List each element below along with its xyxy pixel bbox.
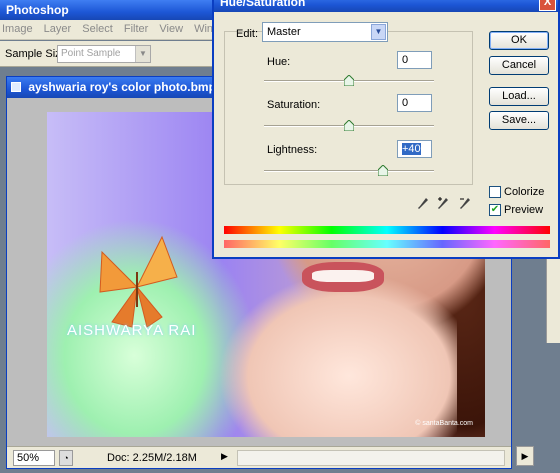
hue-label: Hue:: [267, 56, 291, 68]
document-icon: [11, 82, 21, 92]
photo-watermark: AISHWARYA RAI: [67, 322, 197, 339]
status-options-button[interactable]: ◔: [59, 450, 73, 466]
lightness-input[interactable]: +40: [397, 140, 432, 158]
saturation-value: 0: [402, 97, 409, 109]
ok-button[interactable]: OK: [489, 31, 549, 50]
horizontal-scrollbar[interactable]: [237, 450, 505, 466]
eyedropper-plus-icon[interactable]: [437, 197, 449, 211]
input-color-spectrum: [224, 226, 550, 234]
hue-slider-thumb-icon[interactable]: [344, 75, 354, 86]
edit-label: Edit:: [236, 28, 259, 40]
menu-layer[interactable]: Layer: [44, 23, 72, 35]
photo-teeth: [312, 270, 374, 282]
menu-filter[interactable]: Filter: [124, 23, 148, 35]
save-button[interactable]: Save...: [489, 111, 549, 130]
hue-saturation-dialog: Hue/Saturation X Edit: Master ▼ Hue: 0 S…: [212, 0, 560, 259]
photo-copyright: © santaBanta.com: [415, 420, 473, 427]
document-title: ayshwaria roy's color photo.bmp @: [28, 80, 231, 94]
zoom-field[interactable]: 50%: [13, 450, 55, 466]
dialog-title: Hue/Saturation: [220, 0, 306, 9]
lightness-slider-track[interactable]: [264, 170, 434, 172]
colorize-label: Colorize: [504, 186, 545, 198]
side-panel-strip: [546, 258, 560, 343]
butterfly-graphic: [99, 235, 178, 328]
chevron-down-icon: ▼: [371, 24, 386, 40]
lightness-slider-thumb-icon[interactable]: [378, 165, 388, 176]
saturation-slider-thumb-icon[interactable]: [344, 120, 354, 131]
zoom-value: 50%: [17, 452, 40, 464]
document-status-bar: 50% ◔ Doc: 2.25M/2.18M ▶: [7, 446, 511, 468]
edit-select[interactable]: Master ▼: [262, 22, 388, 42]
lightness-label: Lightness:: [267, 144, 318, 156]
cancel-button[interactable]: Cancel: [489, 56, 549, 75]
saturation-label: Saturation:: [267, 99, 321, 111]
menu-view[interactable]: View: [159, 23, 183, 35]
load-button[interactable]: Load...: [489, 87, 549, 106]
hue-value: 0: [402, 54, 409, 66]
preview-checkbox[interactable]: ✔: [489, 204, 501, 216]
menu-select[interactable]: Select: [82, 23, 113, 35]
eyedropper-minus-icon[interactable]: [459, 197, 471, 211]
scroll-arrow-button[interactable]: ▶: [516, 446, 534, 466]
dialog-title-bar[interactable]: Hue/Saturation: [214, 0, 558, 12]
close-icon[interactable]: X: [539, 0, 556, 11]
colorize-checkbox[interactable]: [489, 186, 501, 198]
lightness-value: +40: [402, 143, 421, 155]
app-title: Photoshop: [6, 3, 69, 17]
preview-label: Preview: [504, 204, 544, 216]
sample-size-select[interactable]: Point Sample ▼: [57, 45, 151, 63]
edit-select-value: Master: [267, 26, 301, 38]
sample-size-value: Point Sample: [61, 48, 121, 59]
chevron-down-icon: ▼: [135, 46, 150, 62]
output-color-spectrum: [224, 240, 550, 248]
document-info: Doc: 2.25M/2.18M: [107, 452, 197, 464]
hue-input[interactable]: 0: [397, 51, 432, 69]
status-menu-arrow-icon[interactable]: ▶: [221, 451, 233, 465]
adjustment-group: [224, 31, 473, 185]
saturation-input[interactable]: 0: [397, 94, 432, 112]
eyedropper-icon[interactable]: [417, 197, 429, 211]
menu-image[interactable]: Image: [2, 23, 33, 35]
